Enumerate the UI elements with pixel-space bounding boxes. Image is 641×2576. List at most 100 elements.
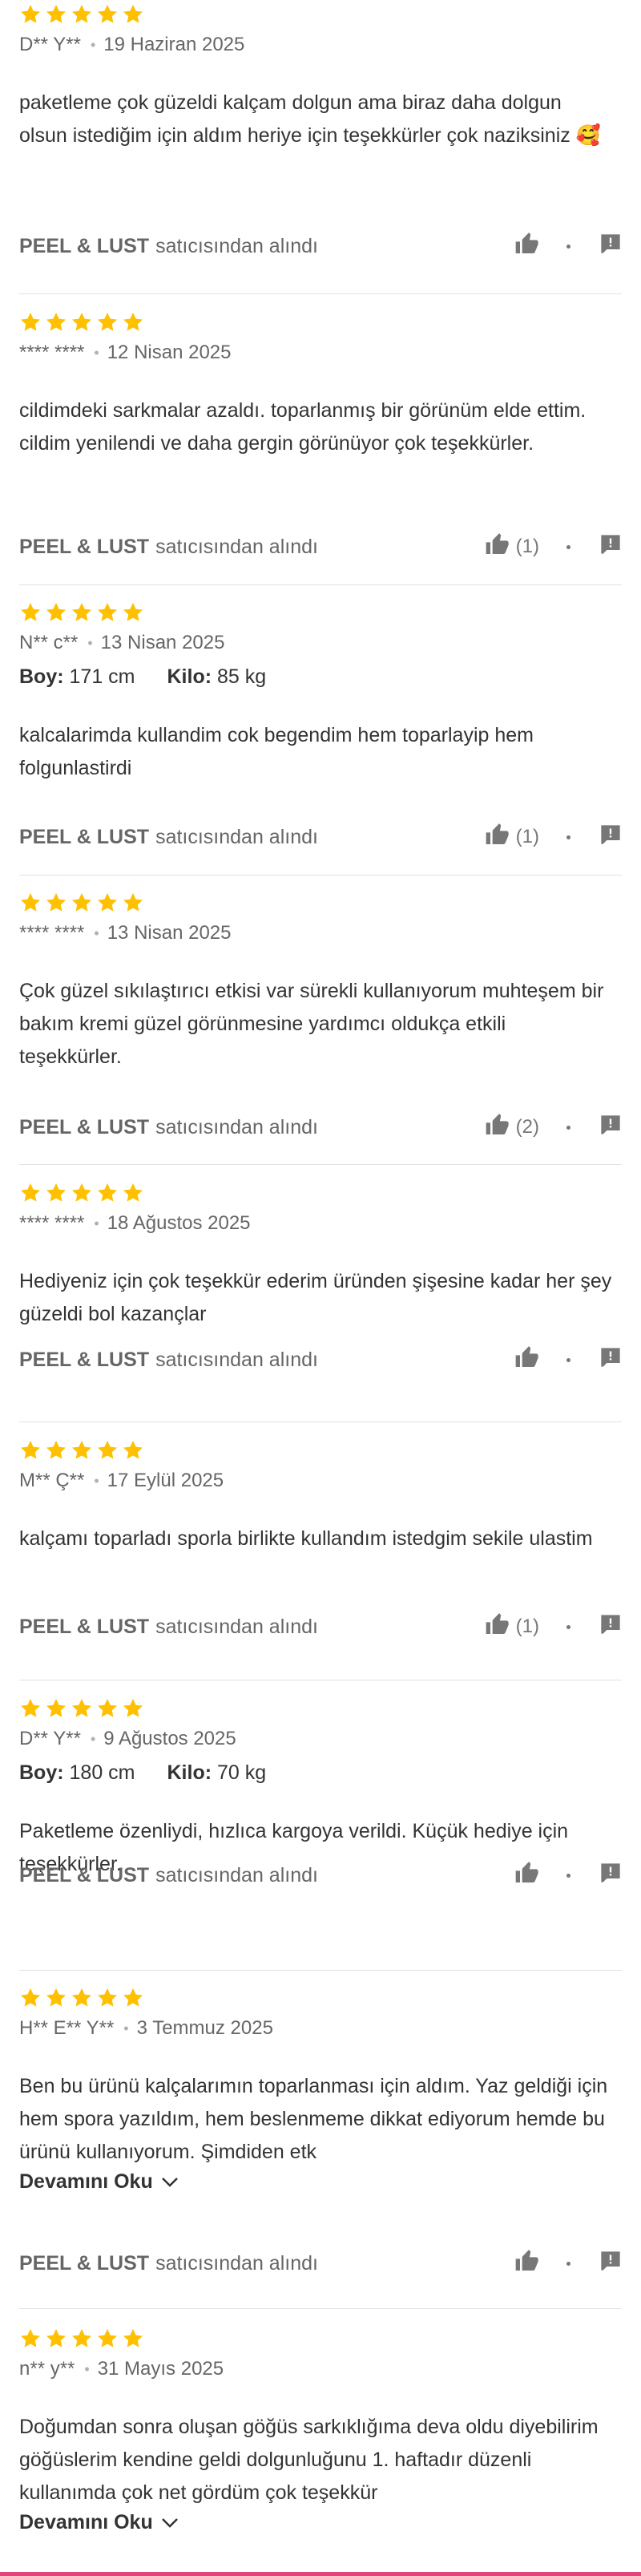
star-icon bbox=[71, 3, 93, 26]
like-button[interactable] bbox=[514, 231, 539, 262]
bottom-accent-bar bbox=[0, 2572, 641, 2576]
review-footer: PEEL & LUST satıcısından alındı (1) bbox=[19, 821, 622, 853]
review-meta: **** **** • 18 Ağustos 2025 bbox=[19, 1212, 622, 1235]
review-item: H** E** Y** • 3 Temmuz 2025 Ben bu ürünü ka… bbox=[19, 1987, 622, 2275]
star-icon bbox=[96, 892, 119, 914]
seller-name[interactable]: PEEL & LUST bbox=[19, 1616, 149, 1639]
seller-suffix: satıcısından alındı bbox=[155, 825, 318, 848]
review-actions: (1) bbox=[484, 1612, 622, 1643]
weight-value: 70 kg bbox=[217, 1761, 267, 1784]
seller-name[interactable]: PEEL & LUST bbox=[19, 235, 149, 258]
chevron-down-icon bbox=[161, 2511, 179, 2534]
seller-name[interactable]: PEEL & LUST bbox=[19, 1349, 149, 1372]
seller-name[interactable]: PEEL & LUST bbox=[19, 826, 149, 849]
report-button[interactable] bbox=[599, 2250, 622, 2278]
report-button[interactable] bbox=[599, 1613, 622, 1641]
star-icon bbox=[96, 3, 119, 26]
report-button[interactable] bbox=[599, 1346, 622, 1374]
review-footer: PEEL & LUST satıcısından alındı (2) bbox=[19, 1111, 622, 1143]
review-actions: (1) bbox=[484, 532, 622, 563]
star-icon bbox=[96, 311, 119, 334]
height-info: Boy: 171 cm bbox=[19, 665, 135, 688]
review-meta: **** **** • 12 Nisan 2025 bbox=[19, 342, 622, 364]
report-flag-icon bbox=[599, 534, 622, 560]
thumbs-up-icon bbox=[514, 231, 539, 262]
seller-suffix: satıcısından alındı bbox=[155, 234, 318, 257]
star-icon bbox=[122, 311, 144, 334]
review-item: **** **** • 18 Ağustos 2025 Hediyeniz için … bbox=[19, 1182, 622, 1371]
star-icon bbox=[122, 601, 144, 624]
rating-stars bbox=[19, 2327, 622, 2350]
like-button[interactable] bbox=[514, 1345, 539, 1376]
like-button[interactable]: (1) bbox=[484, 822, 539, 853]
review-date: 17 Eylül 2025 bbox=[107, 1470, 224, 1491]
weight-info: Kilo: 85 kg bbox=[167, 665, 267, 688]
seller-name[interactable]: PEEL & LUST bbox=[19, 1116, 149, 1139]
report-flag-icon bbox=[599, 1347, 622, 1373]
rating-stars bbox=[19, 311, 622, 334]
review-item: n** y** • 31 Mayıs 2025 Doğumdan sonra oluş… bbox=[19, 2327, 622, 2534]
review-footer: PEEL & LUST satıcısından alındı bbox=[19, 230, 622, 262]
star-icon bbox=[96, 2327, 119, 2350]
star-icon bbox=[96, 1697, 119, 1720]
star-icon bbox=[71, 1697, 93, 1720]
meta-separator: • bbox=[90, 36, 96, 53]
reviewer-name: n** y** bbox=[19, 2358, 75, 2380]
reviewer-name: **** **** bbox=[19, 1212, 85, 1234]
star-icon bbox=[19, 311, 42, 334]
seller-name[interactable]: PEEL & LUST bbox=[19, 536, 149, 559]
review-meta: N** c** • 13 Nisan 2025 bbox=[19, 632, 622, 654]
rating-stars bbox=[19, 1987, 622, 2009]
like-button[interactable] bbox=[514, 1860, 539, 1891]
like-count: (2) bbox=[515, 1116, 539, 1138]
review-footer: PEEL & LUST satıcısından alındı bbox=[19, 2247, 622, 2279]
star-icon bbox=[122, 1987, 144, 2009]
star-icon bbox=[96, 1987, 119, 2009]
seller-name[interactable]: PEEL & LUST bbox=[19, 1864, 149, 1887]
read-more-button[interactable]: Devamını Oku bbox=[19, 2170, 622, 2194]
review-date: 12 Nisan 2025 bbox=[107, 342, 232, 363]
read-more-label: Devamını Oku bbox=[19, 2170, 153, 2193]
star-icon bbox=[45, 1439, 67, 1462]
star-icon bbox=[71, 311, 93, 334]
body-measurements: Boy: 180 cm Kilo: 70 kg bbox=[19, 1761, 622, 1785]
review-date: 13 Nisan 2025 bbox=[107, 922, 232, 944]
review-comment: cildimdeki sarkmalar azaldı. toparlanmış… bbox=[19, 399, 587, 455]
meta-separator: • bbox=[87, 634, 93, 651]
review-item: **** **** • 12 Nisan 2025 cildimdeki sarkma… bbox=[19, 311, 622, 558]
like-button[interactable] bbox=[514, 2248, 539, 2279]
reviewer-name: D** Y** bbox=[19, 1728, 81, 1749]
report-button[interactable] bbox=[599, 1862, 622, 1890]
review-divider bbox=[19, 1970, 622, 1971]
review-divider bbox=[19, 1421, 622, 1422]
report-button[interactable] bbox=[599, 533, 622, 561]
star-icon bbox=[96, 601, 119, 624]
seller-name[interactable]: PEEL & LUST bbox=[19, 2252, 149, 2275]
review-footer: PEEL & LUST satıcısından alındı bbox=[19, 1859, 622, 1891]
like-button[interactable]: (1) bbox=[484, 532, 539, 563]
meta-separator: • bbox=[94, 924, 99, 941]
star-icon bbox=[19, 1697, 42, 1720]
height-label: Boy: bbox=[19, 665, 64, 688]
thumbs-up-icon bbox=[484, 1112, 510, 1143]
report-button[interactable] bbox=[599, 233, 622, 261]
report-button[interactable] bbox=[599, 1114, 622, 1142]
report-flag-icon bbox=[599, 824, 622, 851]
review-divider bbox=[19, 2308, 622, 2309]
reviewer-name: D** Y** bbox=[19, 34, 81, 55]
actions-separator bbox=[566, 2261, 570, 2266]
reviewer-name: N** c** bbox=[19, 632, 79, 653]
rating-stars bbox=[19, 1697, 622, 1720]
like-button[interactable]: (1) bbox=[484, 1612, 539, 1643]
review-divider bbox=[19, 584, 622, 585]
like-button[interactable]: (2) bbox=[484, 1112, 539, 1143]
report-button[interactable] bbox=[599, 823, 622, 851]
rating-stars bbox=[19, 601, 622, 624]
read-more-button[interactable]: Devamını Oku bbox=[19, 2511, 622, 2534]
star-icon bbox=[71, 1987, 93, 2009]
meta-separator: • bbox=[94, 1472, 99, 1489]
actions-separator bbox=[566, 244, 570, 249]
thumbs-up-icon bbox=[514, 1345, 539, 1376]
star-icon bbox=[122, 892, 144, 914]
review-date: 31 Mayıs 2025 bbox=[97, 2358, 224, 2380]
